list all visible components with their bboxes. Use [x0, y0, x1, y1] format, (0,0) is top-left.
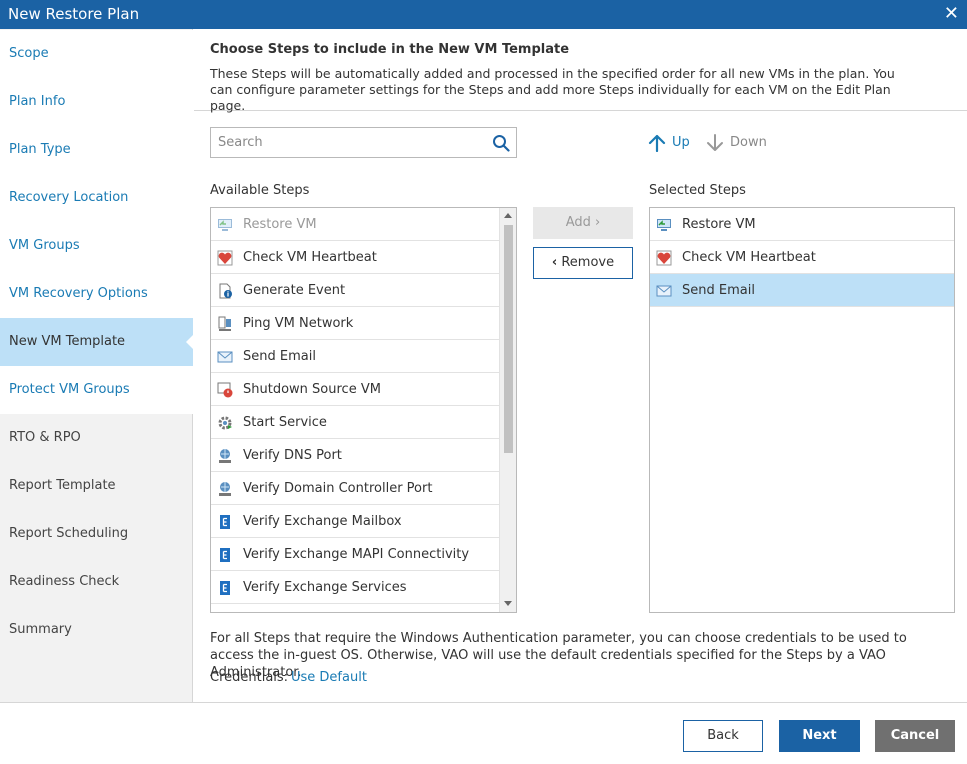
chevron-left-icon: ‹ — [551, 255, 558, 270]
sidebar-item-summary[interactable]: Summary — [0, 606, 193, 654]
step-label: Verify Exchange MAPI Connectivity — [243, 547, 470, 562]
sidebar-item-plan-type[interactable]: Plan Type — [0, 126, 193, 174]
scroll-down-icon[interactable] — [504, 601, 512, 606]
exchange-icon — [220, 581, 230, 595]
search-icon[interactable] — [492, 134, 510, 152]
list-item[interactable]: Generate Event — [211, 274, 500, 307]
sidebar-item-readiness-check[interactable]: Readiness Check — [0, 558, 193, 606]
sidebar-item-vm-groups[interactable]: VM Groups — [0, 222, 193, 270]
move-down-label: Down — [730, 135, 767, 150]
sidebar-item-recovery-location[interactable]: Recovery Location — [0, 174, 193, 222]
sidebar-item-new-vm-template[interactable]: New VM Template — [0, 318, 193, 366]
available-steps-scrollbar[interactable] — [499, 208, 516, 612]
step-description: These Steps will be automatically added … — [210, 66, 895, 113]
heartbeat-icon — [656, 250, 672, 266]
search-input[interactable] — [211, 128, 481, 157]
scroll-up-icon[interactable] — [504, 213, 512, 218]
wizard-sidebar: Scope Plan Info Plan Type Recovery Location… — [0, 29, 193, 702]
selected-steps-list[interactable]: Restore VM Check VM Heartbeat Send Email — [649, 207, 955, 613]
step-label: Verify DNS Port — [243, 448, 342, 463]
remove-label: Remove — [561, 255, 615, 270]
step-label: Restore VM — [243, 217, 317, 232]
sidebar-item-report-template[interactable]: Report Template — [0, 462, 193, 510]
remove-button[interactable]: ‹ Remove — [533, 247, 633, 279]
credentials-label: Credentials: — [210, 670, 289, 685]
title-bar: New Restore Plan ✕ — [0, 0, 967, 29]
list-item[interactable]: Check VM Heartbeat — [211, 241, 500, 274]
dc-port-icon — [219, 482, 231, 496]
step-label: Start Service — [243, 415, 327, 430]
back-button[interactable]: Back — [683, 720, 763, 752]
use-default-link[interactable]: Use Default — [291, 670, 367, 685]
step-label: Ping VM Network — [243, 316, 354, 331]
add-button[interactable]: Add › — [533, 207, 633, 239]
list-item[interactable]: Verify Exchange Mailbox — [211, 505, 500, 538]
list-item[interactable]: Restore VM — [211, 208, 500, 241]
step-label: Shutdown Source VM — [243, 382, 381, 397]
step-label: Check VM Heartbeat — [243, 250, 377, 265]
arrow-up-icon — [648, 134, 666, 152]
scroll-thumb[interactable] — [504, 225, 513, 453]
arrow-down-icon — [707, 134, 723, 151]
email-icon — [656, 285, 672, 297]
restore-vm-icon — [657, 219, 671, 231]
email-icon — [217, 351, 233, 363]
cancel-button[interactable]: Cancel — [875, 720, 955, 752]
step-heading: Choose Steps to include in the New VM Te… — [210, 42, 570, 57]
move-up-label: Up — [672, 135, 690, 150]
sidebar-item-rto-rpo[interactable]: RTO & RPO — [0, 414, 193, 462]
step-label: Generate Event — [243, 283, 346, 298]
step-label: Verify Exchange Mailbox — [243, 514, 402, 529]
list-item[interactable]: Shutdown Source VM — [211, 373, 500, 406]
step-label: Send Email — [243, 349, 316, 364]
list-item[interactable]: Restore VM — [650, 208, 954, 241]
list-item[interactable]: Verify DNS Port — [211, 439, 500, 472]
sidebar-item-report-scheduling[interactable]: Report Scheduling — [0, 510, 193, 558]
list-item[interactable]: Send Email — [211, 340, 500, 373]
list-item[interactable]: Verify Exchange Services — [211, 571, 500, 604]
sidebar-item-vm-recovery-options[interactable]: VM Recovery Options — [0, 270, 193, 318]
step-label: Verify Exchange Services — [243, 580, 407, 595]
list-item[interactable]: Verify Exchange MAPI Connectivity — [211, 538, 500, 571]
list-item[interactable]: Start Service — [211, 406, 500, 439]
next-button[interactable]: Next — [779, 720, 860, 752]
sidebar-item-plan-info[interactable]: Plan Info — [0, 78, 193, 126]
service-icon — [218, 416, 232, 430]
selected-steps-label: Selected Steps — [649, 183, 746, 198]
add-label: Add — [565, 215, 591, 230]
sidebar-item-protect-vm-groups[interactable]: Protect VM Groups — [0, 366, 193, 414]
shutdown-icon — [217, 382, 233, 398]
heartbeat-icon — [217, 250, 233, 266]
sidebar-item-scope[interactable]: Scope — [0, 30, 193, 78]
available-steps-list[interactable]: Restore VM Check VM Heartbeat Generate Eve… — [210, 207, 517, 613]
list-item[interactable]: Send Email — [650, 274, 954, 307]
step-label: Check VM Heartbeat — [682, 250, 816, 265]
available-steps-label: Available Steps — [210, 183, 310, 198]
step-header: Choose Steps to include in the New VM Te… — [194, 29, 967, 113]
step-label: Verify Domain Controller Port — [243, 481, 433, 496]
step-label: Restore VM — [682, 217, 756, 232]
list-item[interactable]: Verify Domain Controller Port — [211, 472, 500, 505]
exchange-icon — [220, 515, 230, 529]
close-icon[interactable]: ✕ — [944, 3, 959, 24]
footer-bar: Back Next Cancel — [0, 702, 967, 764]
exchange-icon — [220, 548, 230, 562]
step-label: Send Email — [682, 283, 755, 298]
event-icon — [219, 283, 232, 299]
ping-icon — [218, 316, 231, 331]
dns-icon — [219, 449, 231, 463]
search-box — [210, 127, 517, 158]
chevron-right-icon: › — [595, 215, 601, 230]
restore-vm-icon — [218, 219, 232, 231]
window-title: New Restore Plan — [8, 5, 140, 23]
list-item[interactable]: Ping VM Network — [211, 307, 500, 340]
list-item[interactable]: Check VM Heartbeat — [650, 241, 954, 274]
